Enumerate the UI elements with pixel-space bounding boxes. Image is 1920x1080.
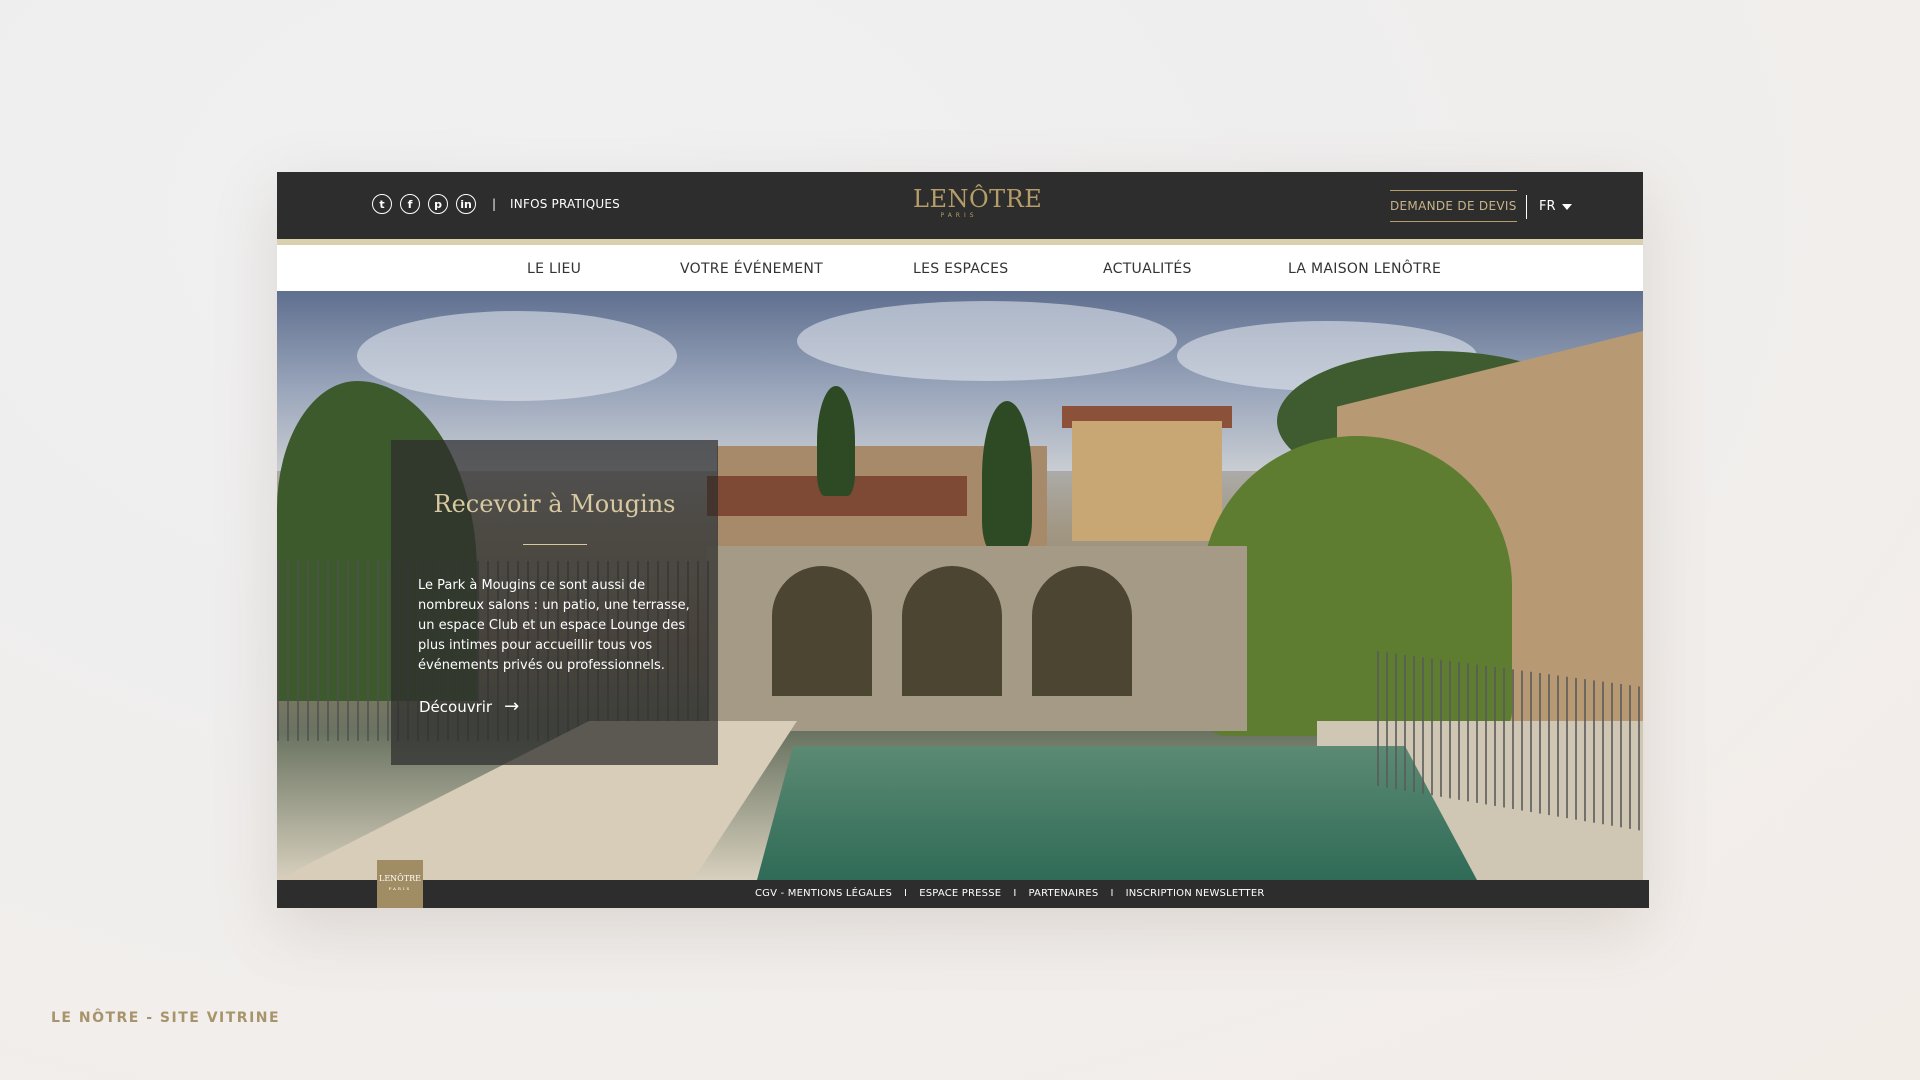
- social-links: t f p in | INFOS PRATIQUES: [372, 194, 620, 214]
- hero-cypress: [817, 386, 855, 496]
- showcase-caption: LE NÔTRE - SITE VITRINE: [51, 1010, 281, 1026]
- footer-separator: I: [904, 888, 908, 899]
- footer-logo[interactable]: LENÔTRE PARIS: [377, 860, 423, 908]
- language-selector[interactable]: FR: [1539, 199, 1572, 214]
- linkedin-icon[interactable]: in: [456, 194, 476, 214]
- nav-item-la-maison-lenotre[interactable]: LA MAISON LENÔTRE: [1288, 261, 1441, 277]
- arch: [902, 566, 1002, 696]
- caret-down-icon: [1561, 203, 1572, 210]
- footer-bar: LENÔTRE PARIS CGV - MENTIONS LÉGALES I E…: [277, 860, 1649, 908]
- website-mockup: t f p in | INFOS PRATIQUES LENÔTRE PARIS…: [277, 172, 1649, 908]
- arrow-right-icon: →: [504, 696, 520, 717]
- footer-logo-subtext: PARIS: [388, 886, 412, 891]
- cloud: [797, 301, 1177, 381]
- facebook-icon[interactable]: f: [400, 194, 420, 214]
- hero-image: Recevoir à Mougins Le Park à Mougins ce …: [277, 291, 1643, 880]
- nav-item-votre-evenement[interactable]: VOTRE ÉVÉNEMENT: [680, 261, 823, 277]
- footer-separator: I: [1110, 888, 1114, 899]
- footer-link-partenaires[interactable]: PARTENAIRES: [1028, 888, 1098, 899]
- footer-links: CGV - MENTIONS LÉGALES I ESPACE PRESSE I…: [755, 888, 1265, 899]
- pinterest-icon[interactable]: p: [428, 194, 448, 214]
- demande-devis-button[interactable]: DEMANDE DE DEVIS: [1390, 190, 1517, 222]
- footer-link-newsletter[interactable]: INSCRIPTION NEWSLETTER: [1126, 888, 1265, 899]
- arch: [1032, 566, 1132, 696]
- decouvrir-link[interactable]: Découvrir →: [419, 696, 519, 717]
- cloud: [357, 311, 677, 401]
- footer-logo-text: LENÔTRE: [379, 874, 421, 883]
- nav-item-actualites[interactable]: ACTUALITÉS: [1103, 261, 1192, 277]
- title-underline: [523, 544, 587, 545]
- hero-description: Le Park à Mougins ce sont aussi de nombr…: [418, 578, 690, 673]
- divider: |: [492, 197, 497, 211]
- logo-text: LENÔTRE: [913, 185, 1043, 213]
- hero-info-panel: Recevoir à Mougins Le Park à Mougins ce …: [391, 440, 718, 765]
- footer-link-espace-presse[interactable]: ESPACE PRESSE: [919, 888, 1001, 899]
- hero-pool: [757, 746, 1477, 880]
- arch: [772, 566, 872, 696]
- decouvrir-label: Découvrir: [419, 697, 493, 716]
- main-nav: LE LIEU VOTRE ÉVÉNEMENT LES ESPACES ACTU…: [277, 245, 1643, 291]
- footer-separator: I: [1013, 888, 1017, 899]
- infos-pratiques-link[interactable]: INFOS PRATIQUES: [510, 197, 620, 211]
- twitter-icon[interactable]: t: [372, 194, 392, 214]
- footer-link-cgv[interactable]: CGV - MENTIONS LÉGALES: [755, 888, 892, 899]
- lenotre-logo[interactable]: LENÔTRE PARIS: [913, 185, 1043, 220]
- hero-cypress: [982, 401, 1032, 551]
- logo-subtext: PARIS: [940, 212, 978, 219]
- top-bar: t f p in | INFOS PRATIQUES LENÔTRE PARIS…: [277, 172, 1643, 239]
- hero-title: Recevoir à Mougins: [433, 490, 676, 518]
- vertical-divider: [1526, 195, 1527, 219]
- hero-stone-arches: [707, 546, 1247, 731]
- hero-tower: [1072, 421, 1222, 541]
- nav-item-les-espaces[interactable]: LES ESPACES: [913, 261, 1008, 277]
- language-label: FR: [1539, 199, 1556, 214]
- nav-item-le-lieu[interactable]: LE LIEU: [527, 261, 581, 277]
